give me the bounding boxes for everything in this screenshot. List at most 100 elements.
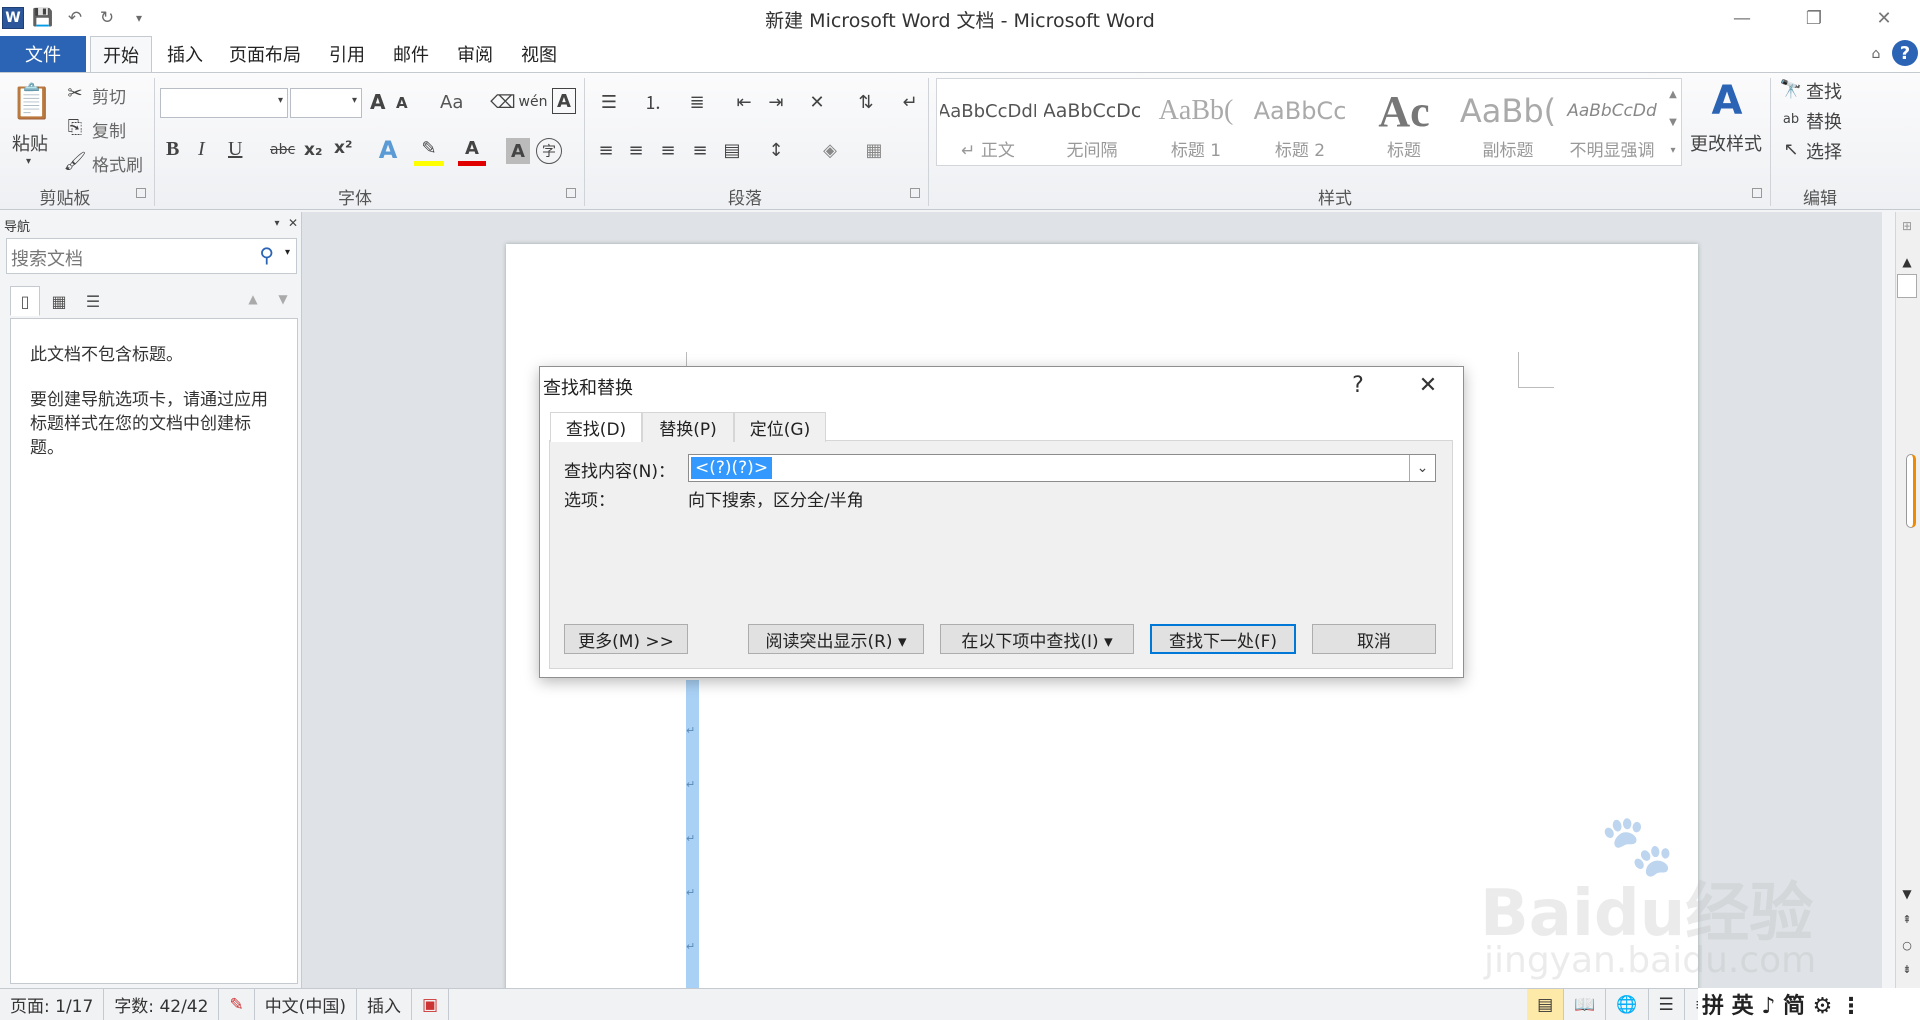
increase-indent-icon[interactable]: ⇥ — [762, 88, 790, 116]
dialog-help-button[interactable]: ? — [1330, 368, 1386, 402]
decrease-indent-icon[interactable]: ⇤ — [730, 88, 758, 116]
dialog-tab-replace[interactable]: 替换(P) — [642, 412, 734, 442]
tab-view[interactable]: 视图 — [514, 36, 564, 72]
phonetic-guide-icon[interactable]: wén — [519, 88, 548, 116]
style-title[interactable]: Ac — [1356, 86, 1452, 136]
cut-button[interactable]: 剪切 — [92, 83, 126, 108]
macro-icon[interactable]: ▣ — [412, 989, 450, 1020]
text-effects-icon[interactable]: A — [374, 136, 402, 164]
format-painter-button[interactable]: 格式刷 — [92, 151, 143, 176]
scroll-up-icon[interactable]: ▲ — [1897, 252, 1917, 272]
word-app-icon[interactable]: W — [2, 7, 24, 29]
paragraph-launcher-icon[interactable] — [910, 188, 920, 198]
font-color-icon[interactable]: A — [458, 136, 486, 166]
status-language[interactable]: 中文(中国) — [255, 989, 357, 1020]
minimize-button[interactable]: — — [1706, 0, 1778, 36]
style-subtitle[interactable]: AaBb( — [1460, 86, 1556, 136]
view-web-icon[interactable]: 🌐 — [1606, 989, 1649, 1020]
scroll-down-icon[interactable]: ▼ — [1897, 884, 1917, 904]
nav-next-icon[interactable]: ▼ — [274, 290, 292, 308]
redo-icon[interactable]: ↻ — [94, 5, 120, 31]
bold-button[interactable]: B — [166, 138, 179, 161]
reading-highlight-button[interactable]: 阅读突出显示(R) ▾ — [748, 624, 924, 654]
multilevel-list-icon[interactable]: ≣ — [680, 88, 714, 116]
status-mode[interactable]: 插入 — [357, 989, 412, 1020]
nav-tab-results[interactable]: ☰ — [78, 286, 108, 316]
search-icon[interactable]: ⚲ — [259, 243, 274, 267]
subscript-button[interactable]: x₂ — [304, 140, 322, 160]
prev-page-icon[interactable]: ⇞ — [1897, 910, 1917, 928]
restore-button[interactable]: ❐ — [1778, 0, 1850, 36]
grow-font-button[interactable]: A — [370, 90, 385, 114]
proofing-icon[interactable]: ✎ — [219, 989, 255, 1020]
bullets-icon[interactable]: ☰ — [592, 88, 626, 116]
shading-icon[interactable]: ◈ — [812, 136, 848, 164]
dialog-tab-goto[interactable]: 定位(G) — [734, 412, 826, 442]
paste-dropdown-icon[interactable]: ▾ — [26, 156, 31, 167]
status-page[interactable]: 页面: 1/17 — [0, 989, 105, 1020]
strikethrough-button[interactable]: abc — [270, 142, 295, 158]
char-shading-icon[interactable]: A — [506, 138, 530, 164]
find-in-button[interactable]: 在以下项中查找(I) ▾ — [940, 624, 1134, 654]
align-left-icon[interactable]: ≡ — [592, 136, 620, 164]
view-reading-icon[interactable]: 📖 — [1564, 989, 1607, 1020]
dialog-close-button[interactable]: ✕ — [1400, 368, 1456, 402]
find-next-button[interactable]: 查找下一处(F) — [1150, 624, 1296, 654]
collapse-ribbon-icon[interactable]: ⌂ — [1866, 42, 1886, 66]
tab-home[interactable]: 开始 — [90, 36, 152, 72]
replace-button[interactable]: 替换 — [1806, 108, 1842, 134]
tab-page-layout[interactable]: 页面布局 — [222, 36, 308, 72]
font-launcher-icon[interactable] — [566, 188, 576, 198]
italic-button[interactable]: I — [198, 138, 205, 161]
help-icon[interactable]: ? — [1892, 40, 1918, 66]
chinese-layout-icon[interactable]: ✕ — [800, 88, 834, 116]
font-name-combo[interactable]: ▾ — [160, 88, 288, 118]
align-center-icon[interactable]: ≡ — [622, 136, 650, 164]
scroll-thumb[interactable] — [1906, 454, 1916, 528]
align-right-icon[interactable]: ≡ — [654, 136, 682, 164]
find-history-dropdown-icon[interactable]: ⌄ — [1409, 455, 1435, 481]
style-heading-2[interactable]: AaBbCc — [1252, 86, 1348, 136]
save-icon[interactable]: 💾 — [30, 5, 56, 31]
nav-close-icon[interactable]: ✕ — [286, 216, 300, 230]
cancel-button[interactable]: 取消 — [1312, 624, 1436, 654]
distributed-icon[interactable]: ▤ — [718, 136, 746, 164]
nav-menu-icon[interactable]: ▾ — [270, 216, 284, 230]
tab-references[interactable]: 引用 — [322, 36, 372, 72]
style-normal[interactable]: AaBbCcDdI — [940, 86, 1036, 136]
style-no-spacing[interactable]: AaBbCcDc — [1044, 86, 1140, 136]
borders-icon[interactable]: ▦ — [856, 136, 892, 164]
tab-review[interactable]: 审阅 — [450, 36, 500, 72]
paste-button[interactable]: 粘贴 — [12, 130, 48, 156]
nav-prev-icon[interactable]: ▲ — [244, 290, 262, 308]
view-outline-icon[interactable]: ☰ — [1649, 989, 1685, 1020]
show-marks-icon[interactable]: ↵ — [896, 88, 924, 116]
dialog-tab-find[interactable]: 查找(D) — [550, 412, 642, 442]
tab-mailings[interactable]: 邮件 — [386, 36, 436, 72]
customize-icon[interactable]: ▾ — [126, 5, 152, 31]
nav-tab-headings[interactable]: ▯ — [10, 286, 40, 316]
styles-launcher-icon[interactable] — [1752, 188, 1762, 198]
tab-insert[interactable]: 插入 — [160, 36, 210, 72]
undo-icon[interactable]: ↶ — [62, 5, 88, 31]
nav-search-box[interactable]: 搜索文档 ⚲ ▾ — [6, 238, 297, 274]
enclose-char-icon[interactable]: 字 — [536, 138, 562, 164]
change-styles-icon[interactable]: A — [1704, 78, 1750, 124]
sort-icon[interactable]: ⇅ — [852, 88, 880, 116]
char-border-icon[interactable]: A — [552, 88, 576, 114]
find-what-input[interactable]: <(?)(?)> ⌄ — [688, 454, 1436, 482]
copy-button[interactable]: 复制 — [92, 117, 126, 142]
search-dropdown-icon[interactable]: ▾ — [285, 247, 290, 258]
change-styles-button[interactable]: 更改样式 — [1690, 130, 1762, 156]
style-subtle-emphasis[interactable]: AaBbCcDd — [1564, 86, 1660, 136]
justify-icon[interactable]: ≡ — [686, 136, 714, 164]
highlight-icon[interactable]: ✎ — [414, 136, 444, 166]
ruler-toggle-icon[interactable]: ⊞ — [1897, 216, 1917, 236]
superscript-button[interactable]: x² — [334, 138, 352, 158]
find-button[interactable]: 查找 — [1806, 78, 1842, 104]
tab-file[interactable]: 文件 — [0, 36, 86, 72]
styles-scroll-up-icon[interactable]: ▲ — [1664, 80, 1682, 108]
next-page-icon[interactable]: ⇟ — [1897, 960, 1917, 978]
paste-icon[interactable]: 📋 — [10, 78, 54, 126]
close-button[interactable]: ✕ — [1848, 0, 1920, 36]
